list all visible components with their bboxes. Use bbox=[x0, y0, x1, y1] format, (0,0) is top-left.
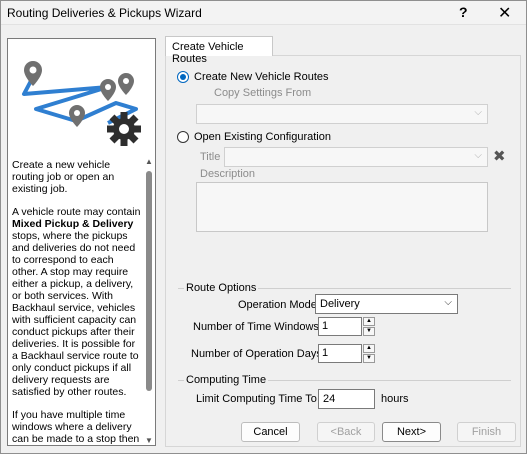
wizard-window: Routing Deliveries & Pickups Wizard ? ✕ bbox=[0, 0, 527, 454]
spin-down-icon[interactable]: ▼ bbox=[363, 327, 375, 336]
title-dropdown[interactable]: ⌵ bbox=[224, 147, 488, 167]
help-text-run: If you have multiple time windows where … bbox=[12, 409, 140, 445]
hours-label: hours bbox=[381, 393, 409, 405]
help-text-run: A vehicle route may contain bbox=[12, 206, 141, 218]
time-windows-stepper: ▲ ▼ bbox=[363, 317, 375, 336]
clear-icon[interactable]: ✖ bbox=[493, 147, 506, 165]
description-textarea[interactable] bbox=[196, 182, 488, 232]
operation-days-stepper: ▲ ▼ bbox=[363, 344, 375, 363]
time-windows-input[interactable]: 1 bbox=[318, 317, 362, 336]
tab-panel: Create New Vehicle Routes Copy Settings … bbox=[165, 55, 521, 447]
computing-time-title: Computing Time bbox=[184, 374, 269, 386]
open-existing-label: Open Existing Configuration bbox=[194, 131, 331, 143]
route-options-title: Route Options bbox=[184, 282, 259, 294]
help-paragraph: Create a new vehicle routing job or open… bbox=[12, 159, 142, 195]
help-icon[interactable]: ? bbox=[459, 4, 468, 20]
chevron-down-icon: ⌵ bbox=[474, 107, 482, 118]
limit-time-input[interactable]: 24 bbox=[318, 389, 375, 409]
create-new-radio[interactable] bbox=[177, 71, 189, 83]
cancel-button[interactable]: Cancel bbox=[241, 422, 300, 442]
operation-mode-dropdown[interactable]: Delivery ⌵ bbox=[315, 294, 458, 314]
help-text-run: stops, where the pickups and deliveries … bbox=[12, 230, 139, 398]
scroll-down-icon[interactable]: ▼ bbox=[145, 436, 153, 445]
scroll-thumb[interactable] bbox=[146, 171, 152, 391]
help-panel: Create a new vehicle routing job or open… bbox=[7, 38, 156, 446]
spin-up-icon[interactable]: ▲ bbox=[363, 344, 375, 353]
window-title: Routing Deliveries & Pickups Wizard bbox=[7, 6, 202, 20]
title-label: Title bbox=[200, 151, 221, 163]
help-paragraph: A vehicle route may contain Mixed Pickup… bbox=[12, 206, 142, 398]
copy-settings-dropdown[interactable]: ⌵ bbox=[196, 104, 488, 124]
close-icon[interactable]: ✕ bbox=[498, 3, 511, 23]
help-text: Create a new vehicle routing job or open… bbox=[12, 159, 142, 445]
help-text-run: Create a new vehicle routing job or open… bbox=[12, 159, 115, 195]
title-bar: Routing Deliveries & Pickups Wizard ? ✕ bbox=[1, 1, 526, 25]
operation-days-input[interactable]: 1 bbox=[318, 344, 362, 363]
description-label: Description bbox=[200, 168, 256, 180]
spin-up-icon[interactable]: ▲ bbox=[363, 317, 375, 326]
help-bold-text: Mixed Pickup & Delivery bbox=[12, 218, 134, 230]
help-scrollbar[interactable]: ▲ ▼ bbox=[143, 157, 155, 445]
limit-time-label: Limit Computing Time To bbox=[196, 393, 317, 405]
chevron-down-icon: ⌵ bbox=[474, 150, 482, 161]
create-new-label: Create New Vehicle Routes bbox=[194, 71, 329, 83]
time-windows-label: Number of Time Windows bbox=[193, 321, 319, 333]
help-paragraph: If you have multiple time windows where … bbox=[12, 409, 142, 445]
chevron-down-icon: ⌵ bbox=[444, 297, 452, 308]
next-button[interactable]: Next> bbox=[382, 422, 441, 442]
scroll-up-icon[interactable]: ▲ bbox=[145, 157, 153, 166]
open-existing-radio[interactable] bbox=[177, 131, 189, 143]
operation-mode-value: Delivery bbox=[320, 298, 360, 310]
back-button[interactable]: <Back bbox=[317, 422, 375, 442]
copy-settings-label: Copy Settings From bbox=[214, 87, 312, 99]
spin-down-icon[interactable]: ▼ bbox=[363, 354, 375, 363]
operation-mode-label: Operation Mode bbox=[238, 299, 317, 311]
tab-create-vehicle-routes[interactable]: Create Vehicle Routes bbox=[165, 36, 273, 65]
operation-days-label: Number of Operation Days bbox=[191, 348, 322, 360]
route-illustration-icon bbox=[22, 61, 141, 146]
finish-button[interactable]: Finish bbox=[457, 422, 516, 442]
